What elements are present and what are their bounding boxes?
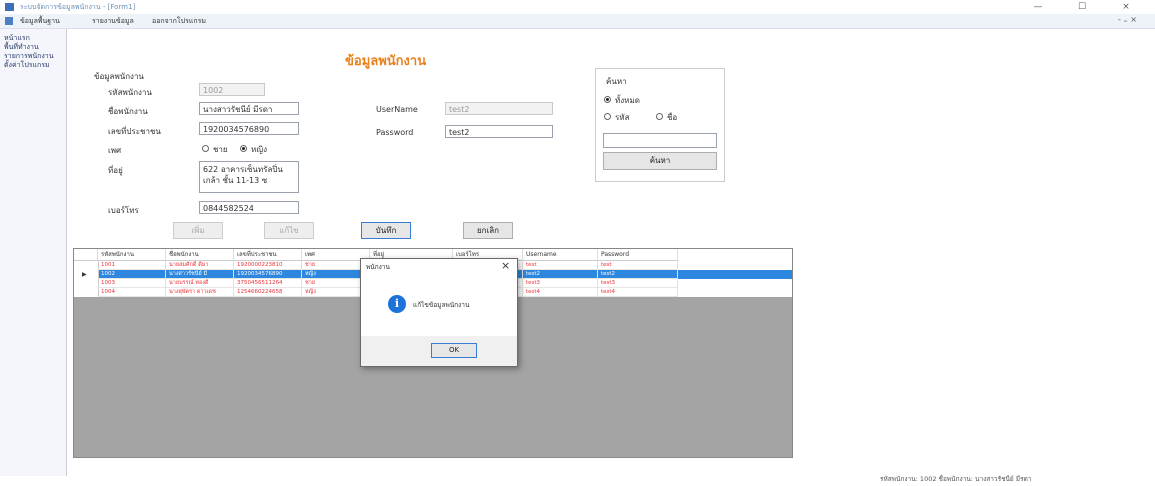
search-button[interactable]: ค้นหา	[603, 152, 717, 170]
emp-id-label: รหัสพนักงาน	[108, 88, 152, 97]
cell-emp-id[interactable]: 1004	[98, 288, 166, 297]
cell-username[interactable]: test2	[523, 270, 598, 279]
search-group: ค้นหา ทั้งหมด รหัส ชื่อ ค้นหา	[595, 68, 725, 182]
emp-id-input[interactable]: 1002	[199, 83, 265, 96]
app-icon	[5, 3, 14, 11]
search-id-label: รหัส	[615, 113, 630, 122]
cancel-button[interactable]: ยกเลิก	[463, 222, 513, 239]
add-button[interactable]: เพิ่ม	[173, 222, 223, 239]
cell-username[interactable]: test	[523, 261, 598, 270]
window-title: ระบบจัดการข้อมูลพนักงาน - [Form1]	[20, 3, 136, 11]
cell-id-card[interactable]: 1920034576890	[234, 270, 302, 279]
close-window-button[interactable]: ×	[1106, 0, 1146, 14]
cell-password[interactable]: test2	[598, 270, 678, 279]
col-header-id-card[interactable]: เลขที่ประชาชน	[234, 249, 302, 261]
cell-username[interactable]: test4	[523, 288, 598, 297]
row-header[interactable]	[74, 288, 99, 297]
search-name-label: ชื่อ	[667, 113, 678, 122]
col-header-username[interactable]: Username	[523, 249, 598, 261]
maximize-button[interactable]: ☐	[1062, 0, 1102, 14]
mdi-window-controls[interactable]: - ₌ ×	[1118, 15, 1137, 24]
name-label: ชื่อพนักงาน	[108, 107, 148, 116]
search-input[interactable]	[603, 133, 717, 148]
menu-basic-data[interactable]: ข้อมูลพื้นฐาน	[20, 16, 60, 27]
gender-male-radio[interactable]	[202, 145, 209, 152]
phone-label: เบอร์โทร	[108, 206, 139, 215]
cell-password[interactable]: test3	[598, 279, 678, 288]
search-all-radio[interactable]	[604, 96, 611, 103]
dialog-close-button[interactable]: ×	[501, 259, 510, 272]
menu-bar: ข้อมูลพื้นฐาน รายงานข้อมูล ออกจากโปรแกรม…	[0, 14, 1155, 29]
gender-female-label: หญิง	[251, 145, 267, 154]
search-name-radio[interactable]	[656, 113, 663, 120]
mdi-child-icon	[5, 17, 13, 25]
minimize-button[interactable]: —	[1018, 0, 1058, 14]
name-input[interactable]: นางสาวรัชนีย์ มีรดา	[199, 102, 299, 115]
sidebar: หน้าแรก พื้นที่ทำงาน รายการพนักงาน ตั้งค…	[0, 29, 67, 476]
search-all-label: ทั้งหมด	[615, 96, 640, 105]
address-label: ที่อยู่	[108, 166, 123, 175]
cell-id-card[interactable]: 3750456511264	[234, 279, 302, 288]
username-label: UserName	[376, 105, 418, 114]
username-input[interactable]: test2	[445, 102, 553, 115]
ok-button[interactable]: OK	[431, 343, 477, 358]
cell-id-card[interactable]: 1920000223810	[234, 261, 302, 270]
dialog-title: พนักงาน	[366, 263, 390, 271]
id-card-label: เลขที่ประชาชน	[108, 127, 161, 136]
cell-id-card[interactable]: 1254660224658	[234, 288, 302, 297]
row-header[interactable]: ▶	[74, 270, 99, 279]
col-header-emp-id[interactable]: รหัสพนักงาน	[98, 249, 166, 261]
edit-button[interactable]: แก้ไข	[264, 222, 314, 239]
cell-username[interactable]: test3	[523, 279, 598, 288]
dialog-message: แก้ไขข้อมูลพนักงาน	[413, 301, 470, 309]
cell-emp-id[interactable]: 1002	[98, 270, 166, 279]
sidebar-item-settings[interactable]: ตั้งค่าโปรแกรม	[4, 60, 50, 71]
col-header-password[interactable]: Password	[598, 249, 678, 261]
id-card-input[interactable]: 1920034576890	[199, 122, 299, 135]
gender-female-radio[interactable]	[240, 145, 247, 152]
password-input[interactable]: test2	[445, 125, 553, 138]
cell-emp-id[interactable]: 1001	[98, 261, 166, 270]
menu-exit[interactable]: ออกจากโปรแกรม	[152, 16, 206, 27]
cell-password[interactable]: test4	[598, 288, 678, 297]
cell-name[interactable]: นางสาวรัชนีย์ มี	[166, 270, 234, 279]
search-label: ค้นหา	[606, 77, 627, 86]
cell-name[interactable]: นายบรรณ์ ทองดี	[166, 279, 234, 288]
cell-password[interactable]: test	[598, 261, 678, 270]
phone-input[interactable]: 0844582524	[199, 201, 299, 214]
password-label: Password	[376, 128, 414, 137]
cell-name[interactable]: นายสมศักดิ์ ดีมา	[166, 261, 234, 270]
gender-male-label: ชาย	[213, 145, 228, 154]
address-textarea[interactable]: 622 อาคารเซ็นทรัลปิ่นเกล้า ชั้น 11-13 ซ	[199, 161, 299, 193]
title-bar: ระบบจัดการข้อมูลพนักงาน - [Form1] — ☐ ×	[0, 0, 1155, 14]
message-dialog: พนักงาน × i แก้ไขข้อมูลพนักงาน OK	[360, 258, 518, 367]
cell-emp-id[interactable]: 1003	[98, 279, 166, 288]
cell-name[interactable]: นางสุพัตรา ดาวเดช	[166, 288, 234, 297]
search-id-radio[interactable]	[604, 113, 611, 120]
info-icon: i	[388, 295, 406, 313]
row-header[interactable]	[74, 279, 99, 288]
status-text: รหัสพนักงาน: 1002 ชื่อพนักงาน: นางสาวรัช…	[880, 475, 1032, 483]
form-title: ข้อมูลพนักงาน	[345, 54, 427, 69]
menu-reports[interactable]: รายงานข้อมูล	[92, 16, 134, 27]
row-header[interactable]	[74, 261, 99, 270]
gender-label: เพศ	[108, 146, 122, 155]
save-button[interactable]: บันทึก	[361, 222, 411, 239]
employee-group-label: ข้อมูลพนักงาน	[94, 72, 144, 81]
col-header-name[interactable]: ชื่อพนักงาน	[166, 249, 234, 261]
dialog-footer: OK	[361, 336, 517, 366]
grid-corner	[74, 249, 98, 261]
